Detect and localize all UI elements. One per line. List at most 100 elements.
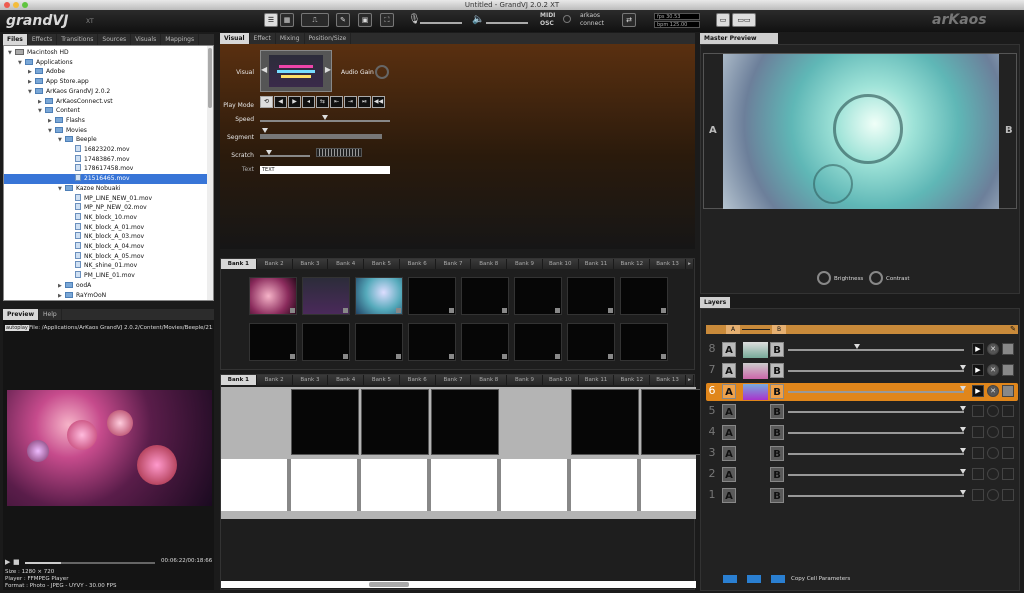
- bank-cell[interactable]: [408, 277, 456, 315]
- cell-edit-icon[interactable]: [502, 354, 507, 359]
- layer-edit-icon[interactable]: [1002, 363, 1014, 376]
- cell-edit-icon[interactable]: [290, 354, 295, 359]
- layer-opacity-slider[interactable]: [788, 406, 966, 414]
- preview-play-icon[interactable]: ▶: [5, 558, 10, 566]
- folder-item[interactable]: ▼ Applications: [4, 58, 207, 68]
- layer-row[interactable]: 8 A B ▶ ✕: [706, 341, 1018, 359]
- tab-mixing[interactable]: Mixing: [276, 33, 305, 44]
- cell-edit-icon[interactable]: [449, 308, 454, 313]
- layer-play-icon[interactable]: [972, 488, 984, 501]
- layer-b-button[interactable]: B: [770, 342, 784, 357]
- prev-visual-icon[interactable]: ◀: [261, 65, 267, 74]
- layer-play-icon[interactable]: [972, 447, 984, 459]
- bank-cell[interactable]: [355, 277, 403, 315]
- tab-sources[interactable]: Sources: [98, 34, 132, 45]
- layer-opacity-knob[interactable]: [854, 344, 861, 349]
- layer-opacity-slider[interactable]: [788, 344, 964, 351]
- disclosure-closed-icon[interactable]: ▶: [58, 281, 65, 291]
- layer-b-button[interactable]: B: [770, 466, 784, 482]
- bank-cell[interactable]: [408, 323, 456, 361]
- cell-edit-icon[interactable]: [502, 308, 507, 313]
- cell-edit-icon[interactable]: [555, 308, 560, 313]
- layer-a-button[interactable]: A: [722, 342, 736, 357]
- bank-tab-13[interactable]: Bank 13: [650, 259, 686, 269]
- bank-tab-8[interactable]: Bank 8: [471, 375, 508, 385]
- cell[interactable]: [571, 389, 639, 455]
- file-item[interactable]: 16823202.mov: [4, 145, 207, 155]
- cell-edit-icon[interactable]: [608, 308, 613, 313]
- bank-tab-12[interactable]: Bank 12: [614, 375, 651, 385]
- play-icon[interactable]: ▶: [288, 96, 301, 108]
- tab-mappings[interactable]: Mappings: [161, 34, 200, 45]
- tab-visual[interactable]: Visual: [220, 33, 250, 44]
- bpm-display[interactable]: bpm 125.00: [654, 21, 700, 28]
- bank-tab-2[interactable]: Bank 2: [257, 375, 293, 385]
- contrast-knob[interactable]: [869, 271, 883, 285]
- bank-cell[interactable]: [461, 323, 509, 361]
- disclosure-closed-icon[interactable]: ▶: [58, 291, 65, 301]
- layer-opacity-knob[interactable]: [960, 406, 966, 412]
- layer-clear-icon[interactable]: [987, 467, 999, 480]
- tab-files[interactable]: Files: [3, 34, 28, 45]
- rewind-icon[interactable]: ◀◀: [372, 96, 385, 108]
- text-input[interactable]: TEXT: [260, 166, 390, 174]
- disclosure-open-icon[interactable]: ▼: [18, 58, 25, 68]
- bounce-icon[interactable]: ⇆: [316, 96, 329, 108]
- bank-tab-10[interactable]: Bank 10: [543, 375, 579, 385]
- layer-play-icon[interactable]: [972, 467, 984, 480]
- step-back-icon[interactable]: ⇤: [330, 96, 343, 108]
- visual-thumbnail[interactable]: ◀ ▶: [260, 50, 332, 92]
- grid-view-button[interactable]: ▦: [280, 13, 294, 27]
- bank-cell[interactable]: [514, 323, 562, 361]
- bank-tab-6[interactable]: Bank 6: [400, 375, 436, 385]
- layer-clear-icon[interactable]: ✕: [987, 363, 999, 376]
- bank-cell[interactable]: [461, 277, 509, 315]
- cell-edit-icon[interactable]: [661, 308, 666, 313]
- connect-toggle-button[interactable]: ⇄: [622, 13, 636, 27]
- tab-preview[interactable]: Preview: [3, 309, 40, 320]
- layout-single-button[interactable]: ▭: [716, 13, 730, 27]
- autoplay-badge[interactable]: autoplay: [5, 325, 29, 331]
- tab-visuals[interactable]: Visuals: [131, 34, 162, 45]
- bank-tab-8[interactable]: Bank 8: [471, 259, 508, 269]
- bank-tab-5[interactable]: Bank 5: [364, 375, 400, 385]
- layer-opacity-slider[interactable]: [788, 427, 966, 435]
- layer-edit-icon[interactable]: [1002, 384, 1014, 397]
- crossfader[interactable]: A B ✎: [706, 325, 1018, 334]
- tab-effects[interactable]: Effects: [28, 34, 58, 45]
- file-item[interactable]: NK_block_10.mov: [4, 212, 207, 223]
- layer-a-button[interactable]: A: [722, 487, 736, 503]
- layer-edit-icon[interactable]: [1002, 405, 1014, 418]
- layer-clear-icon[interactable]: [987, 447, 999, 459]
- file-item[interactable]: NK_block_A_04.mov: [4, 242, 207, 252]
- layer-a-button[interactable]: A: [722, 425, 736, 441]
- bank-tab-5[interactable]: Bank 5: [364, 259, 400, 269]
- layer-row[interactable]: 5A B: [706, 403, 1018, 421]
- layer-edit-icon[interactable]: [1002, 426, 1014, 439]
- folder-item[interactable]: ▼ Macintosh HD: [4, 48, 207, 58]
- folder-item[interactable]: ▶ Flashs: [4, 116, 207, 126]
- bank-tab-9[interactable]: Bank 9: [507, 375, 543, 385]
- layer-action-button-3[interactable]: [771, 575, 785, 583]
- cell-edit-icon[interactable]: [608, 354, 613, 359]
- disclosure-closed-icon[interactable]: ▶: [38, 97, 45, 107]
- layer-edit-icon[interactable]: [1002, 488, 1014, 501]
- bank-tab-1[interactable]: Bank 1: [221, 259, 257, 269]
- disclosure-open-icon[interactable]: ▼: [8, 48, 15, 58]
- layer-opacity-knob[interactable]: [960, 364, 966, 370]
- bank-tab-7[interactable]: Bank 7: [436, 259, 472, 269]
- folder-item[interactable]: ▶ ArKaosConnect.vst: [4, 97, 207, 107]
- preview-stop-icon[interactable]: ■: [13, 558, 20, 566]
- pause-play-icon[interactable]: ⏯: [358, 96, 371, 108]
- file-item[interactable]: NK_block_A_01.mov: [4, 222, 207, 233]
- file-item[interactable]: 17483867.mov: [4, 154, 207, 165]
- folder-item[interactable]: ▶ Adobe: [4, 67, 207, 77]
- layer-opacity-knob[interactable]: [960, 448, 966, 453]
- layer-b-button[interactable]: B: [770, 362, 784, 378]
- layer-row[interactable]: 2A B: [706, 466, 1018, 484]
- layer-opacity-knob[interactable]: [960, 427, 966, 433]
- bank-tab-11[interactable]: Bank 11: [579, 375, 615, 385]
- next-visual-icon[interactable]: ▶: [325, 65, 331, 74]
- tab-help[interactable]: Help: [39, 309, 62, 320]
- list-view-button[interactable]: ☰: [264, 13, 278, 27]
